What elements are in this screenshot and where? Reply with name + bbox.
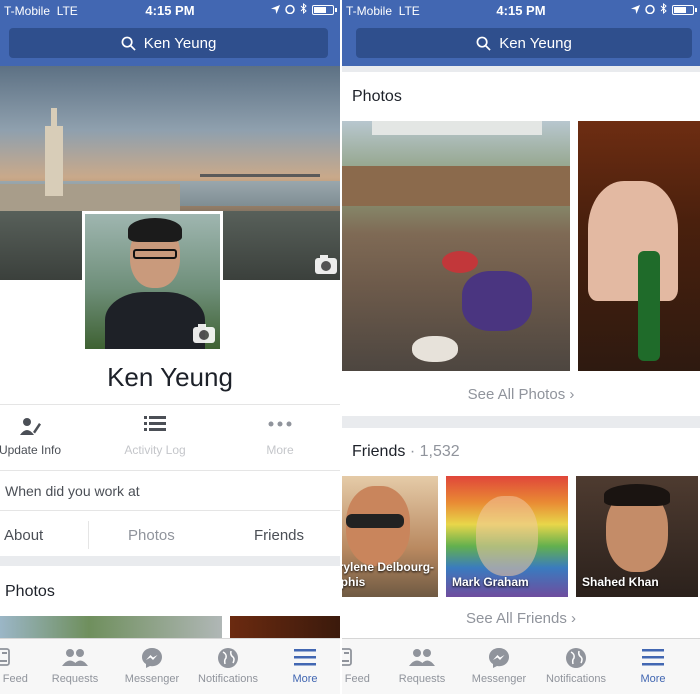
search-icon xyxy=(476,36,491,51)
see-all-friends-label: See All Friends xyxy=(465,610,567,627)
left-screen: T-Mobile LTE 4:15 PM Ken Yeung Ken Yeung xyxy=(0,0,340,694)
tab-notifications-label: Notifications xyxy=(546,673,606,685)
search-bar[interactable]: Ken Yeung xyxy=(356,28,692,58)
requests-icon xyxy=(39,647,111,669)
photo-thumbnail[interactable] xyxy=(342,121,570,371)
tab-requests-label: Requests xyxy=(398,673,446,685)
status-bar: T-Mobile LTE 4:15 PM xyxy=(342,0,700,22)
tab-more[interactable]: More xyxy=(269,647,340,685)
photos-section: Photos See All Photos › xyxy=(342,72,700,416)
tab-requests-label: Requests xyxy=(51,673,99,685)
edit-icon xyxy=(0,415,70,437)
globe-icon xyxy=(540,647,612,669)
tab-notifications-label: Notifications xyxy=(198,673,258,685)
list-icon xyxy=(110,415,200,437)
tab-requests[interactable]: Requests xyxy=(386,647,458,685)
requests-icon xyxy=(386,647,458,669)
messenger-icon xyxy=(463,647,535,669)
status-icons xyxy=(271,2,337,17)
news-feed-icon xyxy=(0,647,36,669)
alarm-icon xyxy=(645,3,655,17)
battery-icon xyxy=(312,5,337,15)
tab-news-feed[interactable]: News Feed xyxy=(0,647,36,685)
bluetooth-icon xyxy=(660,2,667,17)
tab-news-feed-label: News Feed xyxy=(342,673,370,685)
tab-notifications[interactable]: Notifications xyxy=(192,647,264,685)
photos-title: Photos xyxy=(352,88,402,105)
nav-bar: Ken Yeung xyxy=(342,22,700,66)
menu-icon xyxy=(269,647,340,669)
more-icon xyxy=(250,415,310,437)
bottom-tab-bar: News Feed Requests Messenger Notificatio… xyxy=(0,638,340,694)
tab-messenger-label: Messenger xyxy=(471,673,527,685)
work-prompt[interactable]: When did you work at xyxy=(0,470,340,510)
search-text: Ken Yeung xyxy=(143,34,217,52)
more-actions-label: More xyxy=(266,443,294,457)
profile-actions: Update Info Activity Log More xyxy=(0,404,340,470)
activity-log-label: Activity Log xyxy=(124,443,186,457)
friend-card[interactable]: Mark Graham xyxy=(446,476,568,597)
tab-messenger-label: Messenger xyxy=(124,673,180,685)
see-all-photos-label: See All Photos xyxy=(467,386,566,403)
tab-messenger[interactable]: Messenger xyxy=(463,647,535,685)
photo-thumbnail[interactable] xyxy=(0,616,222,638)
see-all-friends-link[interactable]: See All Friends › xyxy=(342,610,700,627)
status-bar: T-Mobile LTE 4:15 PM xyxy=(0,0,340,22)
friend-name: Mark Graham xyxy=(452,575,529,589)
tab-requests[interactable]: Requests xyxy=(39,647,111,685)
photo-thumbnail[interactable] xyxy=(230,616,340,638)
work-prompt-text: When did you work at xyxy=(5,483,140,499)
photos-title-left: Photos xyxy=(5,583,55,600)
profile-name: Ken Yeung xyxy=(107,362,233,392)
tab-more[interactable]: More xyxy=(617,647,689,685)
profile-tabs: About Photos Friends xyxy=(0,510,340,556)
battery-icon xyxy=(672,5,697,15)
tab-news-feed[interactable]: News Feed xyxy=(342,647,378,685)
friend-name-line2: Delphis xyxy=(342,575,366,589)
tab-notifications[interactable]: Notifications xyxy=(540,647,612,685)
friend-name: Shahed Khan xyxy=(582,575,659,589)
photos-section-left: Photos xyxy=(0,566,340,638)
friends-count: 1,532 xyxy=(419,443,460,460)
status-icons xyxy=(631,2,697,17)
update-info-label: Update Info xyxy=(0,443,62,457)
bluetooth-icon xyxy=(300,2,307,17)
update-info-button[interactable]: Update Info xyxy=(0,415,70,457)
tab-more-label: More xyxy=(640,673,666,685)
tab-more-label: More xyxy=(292,673,318,685)
bottom-tab-bar: News Feed Requests Messenger Notificatio… xyxy=(342,638,700,694)
globe-icon xyxy=(192,647,264,669)
activity-log-button[interactable]: Activity Log xyxy=(110,415,200,457)
news-feed-icon xyxy=(342,647,378,669)
profile-camera-icon[interactable] xyxy=(193,324,215,343)
chevron-right-icon: › xyxy=(569,386,575,403)
see-all-photos-link[interactable]: See All Photos › xyxy=(342,386,700,403)
cover-camera-icon[interactable] xyxy=(315,255,337,274)
friend-name-line1: Marylene Delbourg- xyxy=(342,560,435,574)
friends-title: Friends · 1,532 xyxy=(352,443,460,460)
profile-picture[interactable] xyxy=(82,211,223,352)
tab-about[interactable]: About xyxy=(4,527,43,544)
messenger-icon xyxy=(116,647,188,669)
location-icon xyxy=(631,3,640,17)
friend-name: Marylene Delbourg-Delphis xyxy=(342,560,434,590)
photo-thumbnail[interactable] xyxy=(578,121,700,371)
tab-messenger[interactable]: Messenger xyxy=(116,647,188,685)
chevron-right-icon: › xyxy=(571,610,577,627)
right-screen: T-Mobile LTE 4:15 PM Ken Yeung Photos Se… xyxy=(342,0,700,694)
nav-bar: Ken Yeung xyxy=(0,22,340,66)
friend-card[interactable]: Shahed Khan xyxy=(576,476,698,597)
menu-icon xyxy=(617,647,689,669)
friends-title-text: Friends xyxy=(352,443,406,460)
search-text: Ken Yeung xyxy=(499,34,572,52)
search-bar[interactable]: Ken Yeung xyxy=(9,28,328,58)
search-icon xyxy=(121,36,136,51)
tab-photos[interactable]: Photos xyxy=(128,527,175,544)
tab-news-feed-label: News Feed xyxy=(0,673,28,685)
location-icon xyxy=(271,3,280,17)
more-actions-button[interactable]: More xyxy=(250,415,310,457)
tab-friends[interactable]: Friends xyxy=(254,527,304,544)
alarm-icon xyxy=(285,3,295,17)
friend-card[interactable]: Marylene Delbourg-Delphis xyxy=(342,476,438,597)
